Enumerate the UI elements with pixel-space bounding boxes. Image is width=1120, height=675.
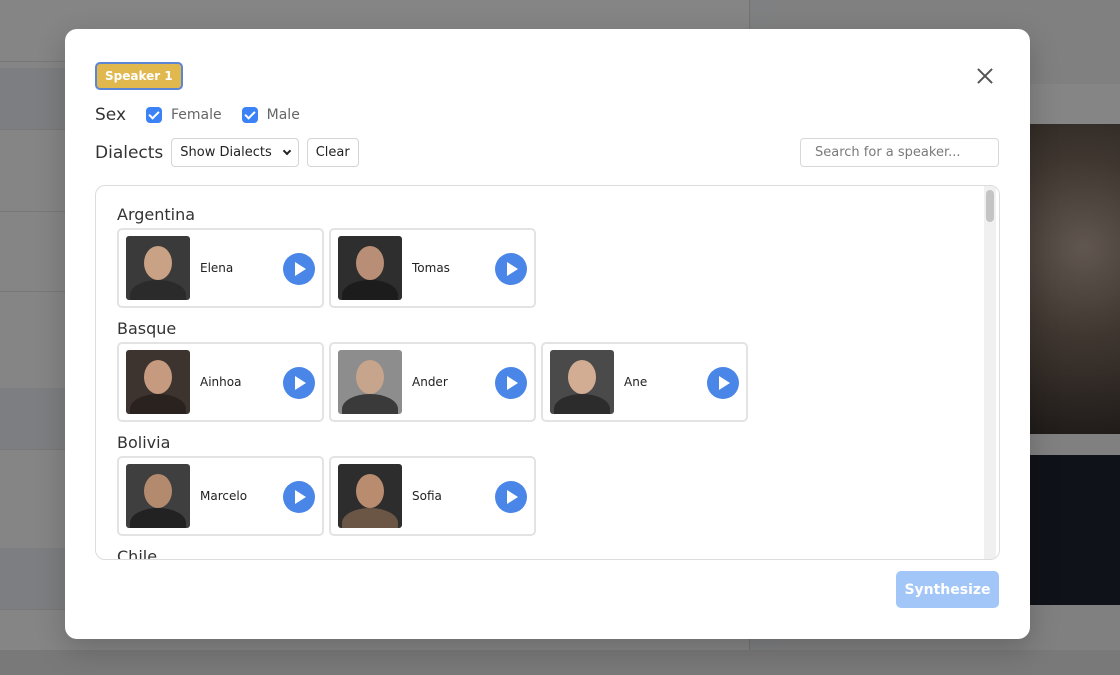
play-icon[interactable] [495,481,527,513]
sex-label: Sex [95,105,127,125]
play-icon[interactable] [495,253,527,285]
clear-button[interactable]: Clear [306,138,359,167]
portrait-woman-icon [338,464,402,528]
portrait-man-icon [338,350,402,414]
speaker-name: Sofia [412,489,442,503]
group-cards-argentina: Elena Tomas [117,228,985,310]
male-checkbox-label: Male [266,107,300,123]
female-checkbox-label: Female [171,107,222,123]
show-dialects-label: Show Dialects [180,145,272,160]
portrait-man-icon [126,464,190,528]
group-title-argentina: Argentina [117,205,196,224]
play-icon[interactable] [283,367,315,399]
dialects-label: Dialects [95,142,164,163]
group-cards-basque: Ainhoa Ander Ane [117,342,985,424]
synthesize-button[interactable]: Synthesize [896,571,999,608]
play-icon[interactable] [495,367,527,399]
group-title-basque: Basque [117,319,177,338]
speaker-select-modal: Speaker 1 Sex Female Male Dialects Show … [65,29,1030,639]
female-checkbox[interactable]: Female [146,107,222,123]
speaker-list[interactable]: Argentina Elena Tomas Basque Ainhoa Ande… [95,185,1000,560]
speaker-card-tomas[interactable]: Tomas [329,228,536,308]
speaker-name: Ander [412,375,448,389]
close-icon[interactable] [974,65,996,87]
speaker-search-input[interactable] [800,138,999,167]
speaker-card-sofia[interactable]: Sofia [329,456,536,536]
portrait-woman-icon [126,236,190,300]
group-title-chile: Chile [117,547,158,559]
portrait-man-icon [338,236,402,300]
speaker-name: Ane [624,375,648,389]
speaker-name: Marcelo [200,489,248,503]
play-icon[interactable] [707,367,739,399]
portrait-woman-icon [126,350,190,414]
speaker-name: Elena [200,261,234,275]
speaker-card-ane[interactable]: Ane [541,342,748,422]
play-icon[interactable] [283,253,315,285]
group-title-bolivia: Bolivia [117,433,171,452]
speaker-name: Tomas [412,261,450,275]
speaker-name: Ainhoa [200,375,242,389]
speaker-card-marcelo[interactable]: Marcelo [117,456,324,536]
chevron-down-icon [282,146,291,155]
speaker-badge[interactable]: Speaker 1 [95,62,183,90]
speaker-card-elena[interactable]: Elena [117,228,324,308]
portrait-woman-icon [550,350,614,414]
show-dialects-dropdown[interactable]: Show Dialects [171,138,299,167]
scrollbar-thumb[interactable] [986,190,994,222]
speaker-card-ainhoa[interactable]: Ainhoa [117,342,324,422]
speaker-card-ander[interactable]: Ander [329,342,536,422]
checkbox-checked-icon[interactable] [146,107,163,123]
male-checkbox[interactable]: Male [241,107,300,123]
play-icon[interactable] [283,481,315,513]
scrollbar[interactable] [984,186,996,559]
speaker-groups: Argentina Elena Tomas Basque Ainhoa Ande… [96,186,985,559]
group-cards-bolivia: Marcelo Sofia [117,456,985,538]
dialects-filter: Dialects Show Dialects Clear [95,138,359,167]
sex-filter: Sex Female Male [95,105,300,125]
checkbox-checked-icon[interactable] [241,107,258,123]
